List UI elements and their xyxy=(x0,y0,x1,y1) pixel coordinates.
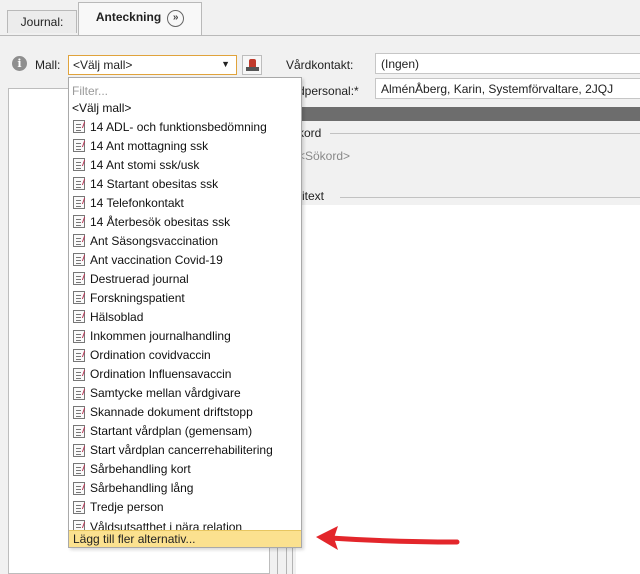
dropdown-option-label: Skannade dokument driftstopp xyxy=(90,405,253,420)
sokord-field[interactable]: <Sökord> xyxy=(298,149,350,163)
option-list: 14 ADL- och funktionsbedömning 14 Ant mot… xyxy=(69,117,301,536)
stamp-icon-base xyxy=(246,67,259,71)
double-chevron-right-icon[interactable]: » xyxy=(167,10,185,27)
template-doc-icon xyxy=(73,120,85,134)
option-valj-mall[interactable]: <Välj mall> xyxy=(72,99,131,117)
dropdown-option-label: Ant vaccination Covid-19 xyxy=(90,252,223,267)
template-doc-icon xyxy=(73,500,85,514)
red-arrow-icon xyxy=(316,526,460,550)
dropdown-option[interactable]: Samtycke mellan vårdgivare xyxy=(69,384,301,403)
dropdown-option-label: Hälsoblad xyxy=(90,309,144,324)
mall-label: Mall: xyxy=(35,58,61,72)
template-doc-icon xyxy=(73,329,85,343)
stamp-button[interactable] xyxy=(242,55,262,75)
dropdown-option[interactable]: 14 Ant stomi ssk/usk xyxy=(69,155,301,174)
template-doc-icon xyxy=(73,386,85,400)
mall-select[interactable]: <Välj mall> ▼ xyxy=(68,55,237,75)
dropdown-option[interactable]: Destruerad journal xyxy=(69,269,301,288)
tab-anteckning[interactable]: Anteckning » xyxy=(78,2,202,35)
dropdown-option[interactable]: Sårbehandling kort xyxy=(69,460,301,479)
dropdown-option-label: 14 Återbesök obesitas ssk xyxy=(90,214,231,229)
template-doc-icon xyxy=(73,310,85,324)
dropdown-option[interactable]: 14 ADL- och funktionsbedömning xyxy=(69,117,301,136)
dropdown-option[interactable]: Sårbehandling lång xyxy=(69,479,301,498)
dropdown-option-label: Start vårdplan cancerrehabilitering xyxy=(90,443,273,458)
template-doc-icon xyxy=(73,196,85,210)
template-doc-icon xyxy=(73,367,85,381)
dropdown-option[interactable]: Inkommen journalhandling xyxy=(69,327,301,346)
dropdown-option[interactable]: Startant vårdplan (gemensam) xyxy=(69,422,301,441)
dropdown-option-label: 14 Telefonkontakt xyxy=(90,195,184,210)
vardkontakt-label: Vårdkontakt: xyxy=(286,58,354,72)
template-doc-icon xyxy=(73,424,85,438)
template-doc-icon xyxy=(73,291,85,305)
dropdown-option-label: Startant vårdplan (gemensam) xyxy=(90,424,253,439)
dropdown-option-label: Sårbehandling lång xyxy=(90,481,194,496)
dropdown-option[interactable]: 14 Telefonkontakt xyxy=(69,193,301,212)
dropdown-option[interactable]: Ordination covidvaccin xyxy=(69,346,301,365)
dropdown-option-label: Ordination Influensavaccin xyxy=(90,367,232,382)
template-doc-icon xyxy=(73,272,85,286)
template-doc-icon xyxy=(73,348,85,362)
dropdown-option[interactable]: Skannade dokument driftstopp xyxy=(69,403,301,422)
dropdown-option[interactable]: Hälsoblad xyxy=(69,307,301,326)
dropdown-option[interactable]: Start vårdplan cancerrehabilitering xyxy=(69,441,301,460)
tab-journal-label: Journal: xyxy=(20,15,64,29)
template-doc-icon xyxy=(73,481,85,495)
dropdown-option-label: Samtycke mellan vårdgivare xyxy=(90,386,241,401)
mall-selected-value: <Välj mall> xyxy=(73,58,133,72)
dropdown-option-label: Ant Säsongsvaccination xyxy=(90,233,219,248)
stamp-icon xyxy=(249,59,256,67)
dropdown-option-label: Destruerad journal xyxy=(90,271,189,286)
dropdown-option-label: Tredje person xyxy=(90,500,164,515)
tab-anteckning-label: Anteckning xyxy=(95,10,162,24)
dropdown-option-label: Inkommen journalhandling xyxy=(90,329,231,344)
add-more-options[interactable]: Lägg till fler alternativ... xyxy=(69,530,301,547)
dropdown-option[interactable]: Forskningspatient xyxy=(69,288,301,307)
dropdown-option[interactable]: Ant vaccination Covid-19 xyxy=(69,250,301,269)
tab-divider xyxy=(0,35,640,36)
template-doc-icon xyxy=(73,139,85,153)
dropdown-option[interactable]: 14 Startant obesitas ssk xyxy=(69,174,301,193)
filter-input[interactable]: Filter... xyxy=(72,83,298,99)
vardpersonal-field[interactable]: AlménÅberg, Karin, Systemförvaltare, 2JQ… xyxy=(375,78,640,99)
dropdown-option-label: Ordination covidvaccin xyxy=(90,348,211,363)
template-doc-icon xyxy=(73,234,85,248)
template-doc-icon xyxy=(73,253,85,267)
dropdown-option-label: Forskningspatient xyxy=(90,290,185,305)
template-doc-icon xyxy=(73,405,85,419)
vardpersonal-label: dpersonal:* xyxy=(298,84,359,98)
vardkontakt-value: (Ingen) xyxy=(381,56,420,71)
dropdown-option[interactable]: Tredje person xyxy=(69,498,301,517)
dropdown-option-label: 14 Startant obesitas ssk xyxy=(90,176,219,191)
info-icon[interactable]: i xyxy=(12,56,27,71)
template-doc-icon xyxy=(73,443,85,457)
dropdown-option-label: 14 ADL- och funktionsbedömning xyxy=(90,119,267,134)
sokord-divider xyxy=(330,133,640,134)
fritext-divider xyxy=(340,197,640,198)
tab-journal[interactable]: Journal: xyxy=(7,10,77,33)
dropdown-option-label: Sårbehandling kort xyxy=(90,462,191,477)
vardkontakt-field[interactable]: (Ingen) xyxy=(375,53,640,74)
dropdown-option[interactable]: Ant Säsongsvaccination xyxy=(69,231,301,250)
dropdown-option-label: 14 Ant mottagning ssk xyxy=(90,138,209,153)
vardpersonal-value: AlménÅberg, Karin, Systemförvaltare, 2JQ… xyxy=(381,81,614,96)
editor-header-bar xyxy=(290,107,640,121)
template-doc-icon xyxy=(73,177,85,191)
dropdown-option[interactable]: Ordination Influensavaccin xyxy=(69,365,301,384)
dropdown-arrow-icon[interactable]: ▼ xyxy=(221,59,230,69)
template-doc-icon xyxy=(73,462,85,476)
mall-dropdown-list: Filter... <Välj mall> 14 ADL- och funkti… xyxy=(68,77,302,548)
dropdown-option-label: 14 Ant stomi ssk/usk xyxy=(90,157,200,172)
dropdown-option[interactable]: 14 Återbesök obesitas ssk xyxy=(69,212,301,231)
dropdown-option[interactable]: 14 Ant mottagning ssk xyxy=(69,136,301,155)
template-doc-icon xyxy=(73,158,85,172)
template-doc-icon xyxy=(73,215,85,229)
